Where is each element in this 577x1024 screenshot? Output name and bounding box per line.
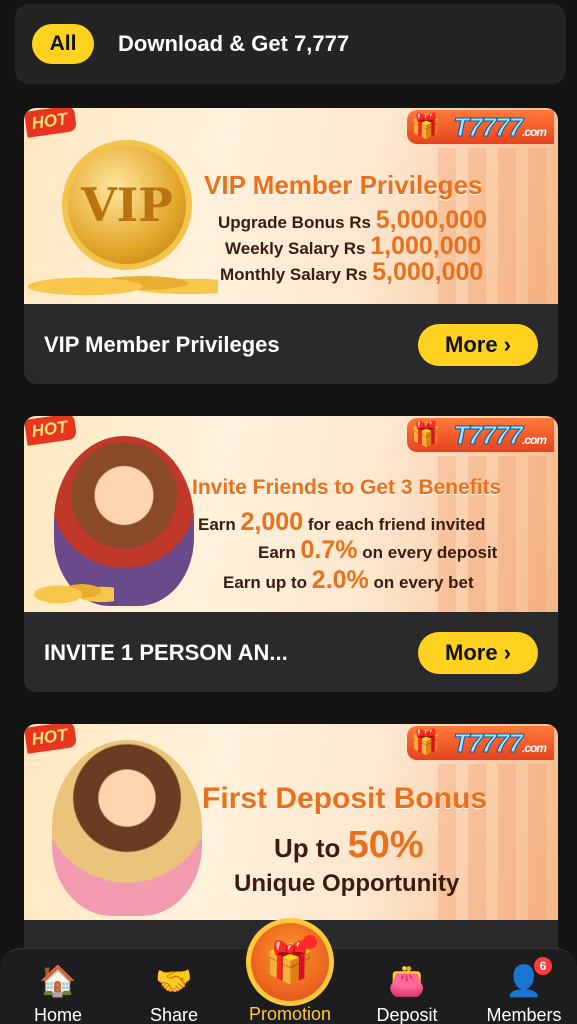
banner-line: Unique Opportunity bbox=[234, 870, 460, 897]
vip-coin-icon: VIP bbox=[62, 140, 192, 270]
promo-banner-first-deposit[interactable]: HOT 🎁 T7777.com First Deposit Bonus Up t… bbox=[24, 724, 558, 920]
brand-logo: 🎁 T7777.com bbox=[407, 726, 554, 760]
card-title: VIP Member Privileges bbox=[44, 332, 280, 357]
banner-line: Upgrade Bonus Rs 5,000,000 bbox=[218, 206, 487, 234]
gift-boxes-icon: 🎁 bbox=[411, 729, 442, 756]
banner-headline: Invite Friends to Get 3 Benefits bbox=[192, 476, 502, 499]
banner-headline: VIP Member Privileges bbox=[204, 170, 483, 200]
coin-pile-icon bbox=[34, 574, 114, 608]
filter-all-pill[interactable]: All bbox=[32, 24, 94, 64]
banner-line: Earn 2,000 for each friend invited bbox=[198, 508, 486, 536]
promo-banner-invite[interactable]: HOT 🎁 T7777.com Invite Friends to Get 3 … bbox=[24, 416, 558, 612]
gift-boxes-icon: 🎁 bbox=[411, 421, 442, 448]
filter-download-item[interactable]: Download & Get 7,777 bbox=[118, 31, 349, 57]
woman-character-icon bbox=[52, 740, 202, 916]
home-icon: 🏠 bbox=[39, 964, 77, 998]
chevron-right-icon: › bbox=[503, 332, 511, 357]
banner-line: Weekly Salary Rs 1,000,000 bbox=[225, 232, 482, 260]
nav-item-deposit[interactable]: 👛 Deposit bbox=[357, 963, 457, 1024]
promo-card-invite[interactable]: HOT 🎁 T7777.com Invite Friends to Get 3 … bbox=[24, 416, 558, 692]
gift-boxes-icon: 🎁 bbox=[411, 113, 442, 140]
hot-badge: HOT bbox=[24, 108, 78, 138]
promotions-page: All Download & Get 7,777 HOT 🎁 T7777.com… bbox=[0, 0, 577, 1024]
banner-line: Up to 50% bbox=[274, 824, 424, 866]
notification-badge: 6 bbox=[534, 957, 552, 975]
nav-item-share[interactable]: 🤝 Share bbox=[124, 963, 224, 1024]
coin-pile-icon bbox=[28, 266, 218, 300]
banner-line: Monthly Salary Rs 5,000,000 bbox=[220, 258, 484, 286]
promo-card-vip[interactable]: HOT 🎁 T7777.com VIP VIP Member Privilege… bbox=[24, 108, 558, 384]
nav-item-members[interactable]: 👤 6 Members bbox=[474, 957, 574, 1024]
notification-dot bbox=[303, 935, 317, 949]
wallet-icon: 👛 bbox=[388, 964, 426, 998]
brand-logo: 🎁 T7777.com bbox=[407, 418, 554, 452]
nav-item-promotion[interactable]: 🎁 bbox=[246, 918, 334, 1006]
card-footer: INVITE 1 PERSON AN... More › bbox=[24, 612, 558, 692]
card-footer: VIP Member Privileges More › bbox=[24, 304, 558, 384]
filter-bar: All Download & Get 7,777 bbox=[15, 4, 566, 84]
chevron-right-icon: › bbox=[503, 640, 511, 665]
hot-badge: HOT bbox=[24, 416, 78, 446]
more-button[interactable]: More › bbox=[418, 324, 538, 366]
handshake-icon: 🤝 bbox=[155, 964, 193, 998]
hot-badge: HOT bbox=[24, 724, 78, 754]
banner-line: Earn up to 2.0% on every bet bbox=[223, 566, 474, 594]
nav-item-home[interactable]: 🏠 Home bbox=[8, 963, 108, 1024]
nav-label-promotion[interactable]: Promotion bbox=[240, 1004, 340, 1024]
banner-headline: First Deposit Bonus bbox=[202, 782, 488, 815]
brand-logo: 🎁 T7777.com bbox=[407, 110, 554, 144]
card-title: INVITE 1 PERSON AN... bbox=[44, 640, 288, 665]
more-button[interactable]: More › bbox=[418, 632, 538, 674]
promo-banner-vip[interactable]: HOT 🎁 T7777.com VIP VIP Member Privilege… bbox=[24, 108, 558, 304]
banner-line: Earn 0.7% on every deposit bbox=[258, 536, 498, 564]
